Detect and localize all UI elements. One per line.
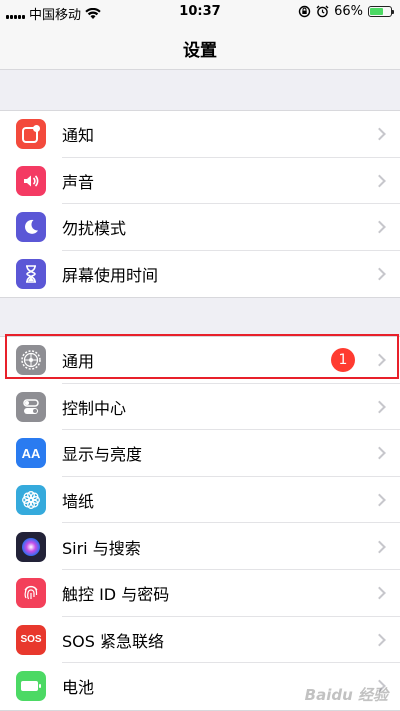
gear-icon [16, 345, 46, 376]
row-label: 电池 [62, 678, 95, 698]
settings-group-1: 通知 声音 勿扰模式 屏幕使用时间 [0, 110, 400, 299]
battery-status-icon [368, 6, 394, 17]
row-label: 墙纸 [62, 492, 95, 512]
chevron-right-icon [373, 221, 386, 234]
page-title: 设置 [183, 41, 217, 61]
chevron-right-icon [373, 127, 386, 141]
chevron-right-icon [373, 353, 386, 367]
watermark: Baidu 经验 [304, 686, 388, 704]
chevron-right-icon [373, 586, 386, 600]
battery-percent: 66% [334, 4, 363, 19]
wallpaper-icon [16, 485, 46, 516]
settings-row-wallpaper[interactable]: 墙纸 [0, 477, 400, 524]
chevron-right-icon [373, 493, 386, 507]
battery-icon [16, 671, 46, 702]
sound-icon [16, 165, 46, 196]
settings-row-sounds[interactable]: 声音 [0, 158, 400, 205]
status-bar: 中国移动 10:37 66% [0, 0, 400, 24]
row-label: 控制中心 [62, 398, 127, 418]
row-label: SOS 紧急联络 [62, 631, 164, 651]
settings-row-notifications[interactable]: 通知 [0, 111, 400, 158]
settings-row-control-center[interactable]: 控制中心 [0, 384, 400, 431]
alarm-icon [316, 5, 329, 18]
siri-icon [16, 531, 46, 562]
row-label: 显示与亮度 [62, 445, 143, 465]
row-label: 屏幕使用时间 [62, 266, 159, 286]
settings-row-siri-search[interactable]: Siri 与搜索 [0, 523, 400, 570]
row-label: Siri 与搜索 [62, 538, 141, 558]
settings-row-emergency-sos[interactable]: SOS SOS 紧急联络 [0, 617, 400, 664]
row-label: 声音 [62, 172, 95, 192]
chevron-right-icon [373, 633, 386, 647]
chevron-right-icon [373, 400, 386, 414]
control-center-icon [16, 391, 46, 422]
chevron-right-icon [373, 447, 386, 460]
row-label: 勿扰模式 [62, 219, 127, 239]
settings-row-do-not-disturb[interactable]: 勿扰模式 [0, 204, 400, 251]
row-label: 通用 [62, 352, 95, 372]
chevron-right-icon [373, 174, 386, 188]
sos-icon: SOS [16, 624, 46, 655]
do-not-disturb-icon [16, 212, 46, 243]
notifications-icon [16, 119, 46, 150]
display-icon-text: AA [21, 445, 41, 461]
touch-id-icon [16, 578, 46, 609]
chevron-right-icon [373, 267, 386, 281]
navigation-bar: 设置 [0, 24, 400, 70]
sos-icon-text: SOS [20, 634, 42, 646]
settings-row-display-brightness[interactable]: AA 显示与亮度 [0, 430, 400, 477]
settings-row-general[interactable]: 通用 1 [0, 337, 400, 384]
screen-time-icon [16, 259, 46, 290]
orientation-lock-icon [298, 5, 311, 18]
settings-row-screen-time[interactable]: 屏幕使用时间 [0, 251, 400, 298]
settings-group-2: 通用 1 控制中心 AA 显示与亮度 墙纸 Siri 与搜索 触控 ID 与密码… [0, 336, 400, 711]
chevron-right-icon [373, 540, 386, 554]
row-label: 通知 [62, 126, 95, 146]
status-right: 66% [298, 4, 394, 19]
display-brightness-icon: AA [16, 438, 46, 469]
notification-badge: 1 [331, 348, 355, 373]
settings-row-touch-id-passcode[interactable]: 触控 ID 与密码 [0, 570, 400, 617]
row-label: 触控 ID 与密码 [62, 585, 170, 605]
